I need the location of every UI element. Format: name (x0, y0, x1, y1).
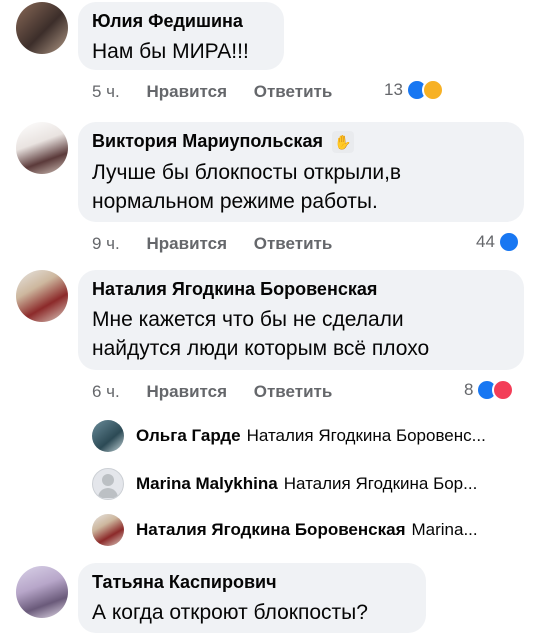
avatar[interactable] (16, 270, 68, 322)
like-button[interactable]: Нравится (147, 82, 228, 101)
reply-item[interactable]: Marina Malykhina Наталия Ягодкина Бор... (92, 468, 477, 500)
reply-preview: Marina... (411, 520, 478, 539)
comment-author[interactable]: Татьяна Каспирович (92, 571, 412, 593)
reply-button[interactable]: Ответить (254, 234, 333, 253)
reply-button[interactable]: Ответить (254, 82, 333, 101)
comment-time[interactable]: 9 ч. (92, 234, 120, 253)
comment-meta: 6 ч. Нравится Ответить (92, 382, 332, 402)
reaction-summary[interactable]: 13 (384, 79, 444, 101)
like-button[interactable]: Нравится (147, 382, 228, 401)
comment-text: Лучше бы блокпосты открыли,в нормальном … (92, 161, 402, 214)
reply-author[interactable]: Marina Malykhina (136, 474, 278, 494)
reply-author[interactable]: Ольга Гарде (136, 426, 241, 446)
avatar[interactable] (92, 514, 124, 546)
comment-bubble: Юлия Федишина Нам бы МИРА!!! (78, 2, 284, 70)
reply-author[interactable]: Наталия Ягодкина Боровенская (136, 520, 406, 540)
reply-button[interactable]: Ответить (254, 382, 333, 401)
comment-meta: 5 ч. Нравится Ответить (92, 82, 332, 102)
comment-time[interactable]: 5 ч. (92, 82, 120, 101)
comment-text: Мне кажется что бы не сделали найдутся л… (92, 308, 430, 360)
default-avatar-icon (102, 474, 114, 486)
comment-bubble: Виктория Мариупольская ✋ Лучше бы блокпо… (78, 122, 524, 222)
like-icon (497, 231, 520, 253)
care-icon (421, 79, 444, 101)
comment-bubble: Наталия Ягодкина Боровенская Мне кажется… (78, 270, 524, 370)
comment-author[interactable]: Виктория Мариупольская ✋ (92, 130, 510, 154)
reaction-summary[interactable]: 8 (464, 379, 515, 401)
comment-bubble: Татьяна Каспирович А когда откроют блокп… (78, 563, 426, 633)
reaction-count: 44 (476, 232, 495, 251)
avatar[interactable] (92, 420, 124, 452)
reaction-count: 13 (384, 80, 403, 99)
avatar[interactable] (92, 468, 124, 500)
avatar[interactable] (16, 122, 68, 174)
reaction-summary[interactable]: 44 (476, 231, 520, 253)
reply-item[interactable]: Ольга Гарде Наталия Ягодкина Боровенс... (92, 420, 486, 452)
default-avatar-body (98, 488, 118, 498)
avatar[interactable] (16, 566, 68, 618)
avatar[interactable] (16, 2, 68, 54)
comment-time[interactable]: 6 ч. (92, 382, 120, 401)
comment-text: А когда откроют блокпосты? (92, 601, 368, 624)
comment-text: Нам бы МИРА!!! (92, 40, 249, 63)
reply-item[interactable]: Наталия Ягодкина Боровенская Marina... (92, 514, 478, 546)
reply-preview: Наталия Ягодкина Бор... (283, 474, 478, 493)
comment-author-name[interactable]: Виктория Мариупольская (92, 131, 323, 151)
reply-preview: Наталия Ягодкина Боровенс... (246, 426, 486, 445)
love-icon (492, 379, 515, 401)
top-fan-badge-icon: ✋ (331, 131, 354, 154)
comment-meta: 9 ч. Нравится Ответить (92, 234, 332, 254)
comment-author[interactable]: Наталия Ягодкина Боровенская (92, 278, 510, 300)
comment-author[interactable]: Юлия Федишина (92, 10, 270, 32)
like-button[interactable]: Нравится (147, 234, 228, 253)
reaction-count: 8 (464, 380, 474, 399)
